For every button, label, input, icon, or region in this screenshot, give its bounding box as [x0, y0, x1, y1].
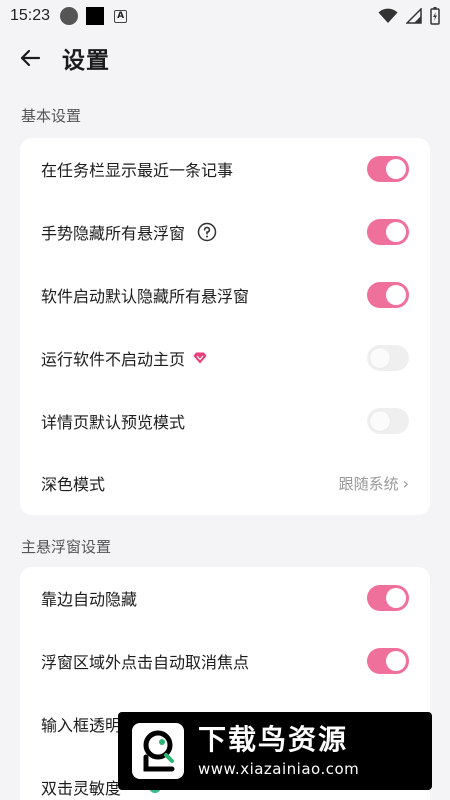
- wifi-icon: [378, 8, 398, 23]
- watermark-banner: 下载鸟资源 www.xiazainiao.com: [118, 712, 432, 790]
- notification-circle-icon: [60, 7, 79, 25]
- help-question-icon[interactable]: [197, 222, 217, 242]
- chevron-right-icon: ›: [402, 473, 409, 493]
- vip-diamond-icon: [193, 352, 207, 364]
- toggle-switch-on[interactable]: [367, 156, 409, 183]
- notification-a-icon: A: [114, 9, 128, 23]
- notification-square-icon: [86, 7, 105, 25]
- setting-row-outside-click-unfocus[interactable]: 浮窗区域外点击自动取消焦点: [20, 630, 430, 693]
- signal-icon: [406, 8, 422, 24]
- toggle-switch-on[interactable]: [367, 219, 409, 246]
- toggle-switch-on[interactable]: [367, 647, 409, 674]
- setting-label: 深色模式: [41, 475, 106, 495]
- setting-label: 双击灵敏度: [41, 778, 122, 798]
- setting-label: 靠边自动隐藏: [41, 590, 138, 610]
- setting-row-no-homepage[interactable]: 运行软件不启动主页: [20, 326, 430, 389]
- setting-label: 详情页默认预览模式: [41, 412, 186, 432]
- setting-label: 手势隐藏所有悬浮窗: [41, 224, 186, 244]
- bird-logo-icon: [132, 723, 184, 779]
- setting-label: 运行软件不启动主页: [41, 349, 186, 369]
- setting-row-startup-hide[interactable]: 软件启动默认隐藏所有悬浮窗: [20, 264, 430, 327]
- battery-icon: [430, 7, 440, 25]
- status-bar: 15:23 A: [0, 0, 450, 32]
- setting-label: 在任务栏显示最近一条记事: [41, 161, 234, 181]
- setting-row-taskbar-latest-note[interactable]: 在任务栏显示最近一条记事: [20, 138, 430, 201]
- section-title-basic: 基本设置: [21, 107, 82, 125]
- back-arrow-icon[interactable]: [18, 46, 42, 70]
- basic-settings-card: 在任务栏显示最近一条记事 手势隐藏所有悬浮窗 软件启动默认隐藏所有悬浮窗 运行软…: [20, 138, 430, 515]
- section-title-main-float: 主悬浮窗设置: [21, 537, 112, 556]
- watermark-title: 下载鸟资源: [198, 723, 349, 756]
- setting-row-edge-auto-hide[interactable]: 靠边自动隐藏: [20, 567, 430, 630]
- setting-label: 输入框透明: [41, 715, 122, 735]
- setting-row-preview-mode[interactable]: 详情页默认预览模式: [20, 389, 430, 452]
- setting-label: 软件启动默认隐藏所有悬浮窗: [41, 286, 250, 306]
- setting-label: 浮窗区域外点击自动取消焦点: [41, 652, 250, 672]
- toggle-switch-on[interactable]: [367, 585, 409, 612]
- setting-row-gesture-hide[interactable]: 手势隐藏所有悬浮窗: [20, 201, 430, 264]
- watermark-url: www.xiazainiao.com: [198, 760, 360, 778]
- toggle-switch-on[interactable]: [367, 281, 409, 308]
- toggle-switch-off[interactable]: [367, 407, 409, 434]
- status-time: 15:23: [10, 7, 51, 24]
- app-header: 设置: [0, 32, 450, 84]
- dark-mode-value: 跟随系统: [338, 474, 399, 493]
- setting-row-dark-mode[interactable]: 深色模式 跟随系统 ›: [20, 452, 430, 515]
- toggle-switch-off[interactable]: [367, 344, 409, 371]
- page-title: 设置: [62, 48, 110, 74]
